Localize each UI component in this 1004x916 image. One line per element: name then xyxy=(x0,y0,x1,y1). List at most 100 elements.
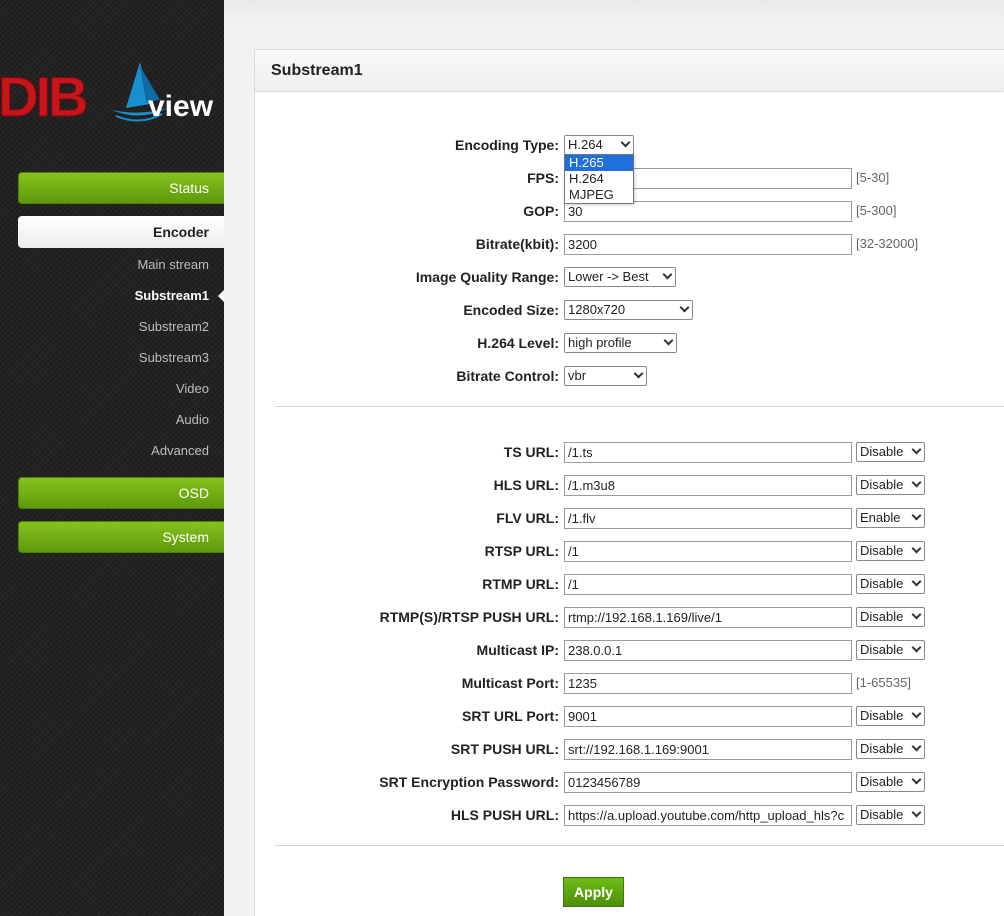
fps-label: FPS: xyxy=(527,170,559,186)
encoded-size-select[interactable]: 1280x720 xyxy=(564,300,693,320)
chevron-down-icon xyxy=(911,477,922,488)
chevron-down-icon xyxy=(679,302,690,313)
level-value: high profile xyxy=(568,335,632,350)
chevron-down-icon xyxy=(911,708,922,719)
bitrate-hint: [32-32000] xyxy=(856,236,919,251)
gop-hint: [5-300] xyxy=(856,203,897,218)
chevron-down-icon xyxy=(911,642,922,653)
srt-push-url-toggle-value: Disable xyxy=(860,741,904,756)
srt-push-url-input[interactable]: srt://192.168.1.169:9001 xyxy=(564,739,852,760)
push-url-label: RTMP(S)/RTSP PUSH URL: xyxy=(379,609,559,625)
multicast-port-input[interactable]: 1235 xyxy=(564,673,852,694)
option-mjpeg[interactable]: MJPEG xyxy=(565,187,633,203)
ts-url-toggle[interactable]: Disable xyxy=(856,442,925,462)
rtsp-url-toggle[interactable]: Disable xyxy=(856,541,925,561)
row-srt-port: SRT URL Port: 9001 Disable xyxy=(255,705,1004,727)
bitrate-control-select[interactable]: vbr xyxy=(564,366,647,386)
push-url-toggle[interactable]: Disable xyxy=(856,607,925,627)
nav-sub-substream2[interactable]: Substream2 xyxy=(139,319,209,334)
rtmp-url-label: RTMP URL: xyxy=(482,576,559,592)
rtsp-url-label: RTSP URL: xyxy=(484,543,559,559)
ts-url-toggle-value: Disable xyxy=(860,444,904,459)
rtmp-url-toggle[interactable]: Disable xyxy=(856,574,925,594)
gop-label: GOP: xyxy=(523,203,559,219)
multicast-port-label: Multicast Port: xyxy=(461,675,559,691)
encoding-type-value: H.264 xyxy=(568,137,603,152)
nav-sub-video[interactable]: Video xyxy=(176,381,209,396)
srt-port-toggle[interactable]: Disable xyxy=(856,706,925,726)
fps-hint: [5-30] xyxy=(856,170,890,185)
option-h264[interactable]: H.264 xyxy=(565,171,633,187)
row-flv-url: FLV URL: /1.flv Enable xyxy=(255,507,1004,529)
chevron-down-icon xyxy=(911,774,922,785)
nav-sub-advanced[interactable]: Advanced xyxy=(151,443,209,458)
chevron-down-icon xyxy=(911,510,922,521)
ts-url-label: TS URL: xyxy=(503,444,559,460)
hls-push-url-toggle[interactable]: Disable xyxy=(856,805,925,825)
srt-port-input[interactable]: 9001 xyxy=(564,706,852,727)
nav-sub-main-stream[interactable]: Main stream xyxy=(137,257,209,272)
push-url-input[interactable]: rtmp://192.168.1.169/live/1 xyxy=(564,607,852,628)
nav-osd[interactable]: OSD xyxy=(18,477,224,509)
nav-status[interactable]: Status xyxy=(18,172,224,204)
flv-url-input[interactable]: /1.flv xyxy=(564,508,852,529)
multicast-ip-label: Multicast IP: xyxy=(476,642,559,658)
gop-input[interactable]: 30 xyxy=(564,201,852,222)
row-bitrate: Bitrate(kbit): 3200 [32-32000] xyxy=(255,233,1004,255)
multicast-ip-toggle-value: Disable xyxy=(860,642,904,657)
chevron-down-icon xyxy=(663,335,674,346)
flv-url-toggle[interactable]: Enable xyxy=(856,508,925,528)
nav-sub-audio[interactable]: Audio xyxy=(176,412,209,427)
sidebar: DIB view Status Encoder Main stream Subs… xyxy=(0,0,224,916)
svg-text:DIB: DIB xyxy=(0,65,86,128)
active-indicator xyxy=(218,290,224,302)
srt-password-input[interactable]: 0123456789 xyxy=(564,772,852,793)
chevron-down-icon xyxy=(911,444,922,455)
row-multicast-port: Multicast Port: 1235 [1-65535] xyxy=(255,672,1004,694)
quality-label: Image Quality Range: xyxy=(415,269,559,285)
panel-title: Substream1 xyxy=(255,50,1004,92)
hls-url-toggle[interactable]: Disable xyxy=(856,475,925,495)
nav-sub-substream3[interactable]: Substream3 xyxy=(139,350,209,365)
bitrate-input[interactable]: 3200 xyxy=(564,234,852,255)
row-level: H.264 Level: high profile xyxy=(255,332,1004,354)
row-quality: Image Quality Range: Lower -> Best xyxy=(255,266,1004,288)
row-push-url: RTMP(S)/RTSP PUSH URL: rtmp://192.168.1.… xyxy=(255,606,1004,628)
srt-password-toggle[interactable]: Disable xyxy=(856,772,925,792)
bitrate-control-value: vbr xyxy=(568,368,587,383)
encoded-size-label: Encoded Size: xyxy=(463,302,559,318)
quality-select[interactable]: Lower -> Best xyxy=(564,267,676,287)
chevron-down-icon xyxy=(620,137,631,148)
nav-osd-label: OSD xyxy=(178,485,209,501)
chevron-down-icon xyxy=(911,543,922,554)
ts-url-input[interactable]: /1.ts xyxy=(564,442,852,463)
nav-system[interactable]: System xyxy=(18,521,224,553)
srt-push-url-toggle[interactable]: Disable xyxy=(856,739,925,759)
nav-encoder-label: Encoder xyxy=(152,224,209,240)
level-label: H.264 Level: xyxy=(477,335,559,351)
hls-url-label: HLS URL: xyxy=(493,477,559,493)
srt-password-label: SRT Encryption Password: xyxy=(379,774,559,790)
encoding-type-select[interactable]: H.264 xyxy=(564,135,634,155)
hls-url-toggle-value: Disable xyxy=(860,477,904,492)
row-hls-url: HLS URL: /1.m3u8 Disable xyxy=(255,474,1004,496)
row-multicast-ip: Multicast IP: 238.0.0.1 Disable xyxy=(255,639,1004,661)
srt-port-toggle-value: Disable xyxy=(860,708,904,723)
encoded-size-value: 1280x720 xyxy=(568,302,626,317)
srt-port-label: SRT URL Port: xyxy=(462,708,559,724)
multicast-ip-input[interactable]: 238.0.0.1 xyxy=(564,640,852,661)
nav-sub-substream1[interactable]: Substream1 xyxy=(135,288,209,303)
option-h265[interactable]: H.265 xyxy=(565,155,633,171)
nav-encoder[interactable]: Encoder xyxy=(18,216,224,248)
rtsp-url-input[interactable]: /1 xyxy=(564,541,852,562)
level-select[interactable]: high profile xyxy=(564,333,677,353)
hls-push-url-input[interactable]: https://a.upload.youtube.com/http_upload… xyxy=(564,805,852,826)
row-rtsp-url: RTSP URL: /1 Disable xyxy=(255,540,1004,562)
row-bitrate-control: Bitrate Control: vbr xyxy=(255,365,1004,387)
hls-url-input[interactable]: /1.m3u8 xyxy=(564,475,852,496)
apply-button[interactable]: Apply xyxy=(563,877,624,907)
multicast-ip-toggle[interactable]: Disable xyxy=(856,640,925,660)
nav-system-label: System xyxy=(162,529,209,545)
rtmp-url-input[interactable]: /1 xyxy=(564,574,852,595)
row-srt-password: SRT Encryption Password: 0123456789 Disa… xyxy=(255,771,1004,793)
